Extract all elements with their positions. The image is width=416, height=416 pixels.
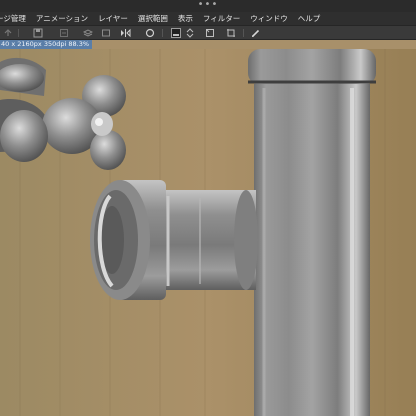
app-window: ••• ージ管理 アニメーション レイヤー 選択範囲 表示 フィルター ウィンド… — [0, 0, 416, 416]
toolbar-separator — [243, 29, 244, 37]
clear-icon[interactable] — [100, 27, 112, 39]
flip-horizontal-icon[interactable] — [119, 27, 131, 39]
menu-window[interactable]: ウィンドウ — [245, 12, 288, 25]
crop-icon[interactable] — [225, 27, 237, 39]
command-bar — [0, 25, 416, 40]
menu-view[interactable]: 表示 — [173, 12, 193, 25]
window-handle-dots[interactable]: ••• — [0, 0, 416, 12]
pipe-illustration — [0, 49, 416, 416]
horizontal-pipe-joint — [90, 180, 258, 300]
menu-selection[interactable]: 選択範囲 — [133, 12, 168, 25]
window-top-strip: ••• — [0, 0, 416, 12]
transform-icon[interactable] — [204, 27, 216, 39]
save-icon[interactable] — [32, 27, 44, 39]
color-swatch-icon[interactable] — [170, 27, 182, 39]
menu-page-management[interactable]: ージ管理 — [0, 12, 26, 25]
menu-animation[interactable]: アニメーション — [31, 12, 88, 25]
toolbar-separator — [18, 29, 19, 37]
rotate-icon[interactable] — [144, 27, 156, 39]
pen-icon[interactable] — [250, 27, 262, 39]
toolbar-separator — [162, 29, 163, 37]
save-copy-icon[interactable] — [58, 27, 70, 39]
drawing-canvas[interactable] — [0, 49, 416, 416]
menu-bar: ージ管理 アニメーション レイヤー 選択範囲 表示 フィルター ウィンドウ ヘル… — [0, 12, 416, 25]
document-info-label: 40 x 2160px 350dpi 88.3% — [0, 40, 93, 49]
menu-layer[interactable]: レイヤー — [93, 12, 128, 25]
stepper-icon[interactable] — [184, 27, 196, 39]
undo-icon[interactable] — [2, 27, 14, 39]
layer-icon[interactable] — [82, 27, 94, 39]
vertical-pipe — [248, 49, 376, 416]
menu-help[interactable]: ヘルプ — [293, 12, 321, 25]
menu-filter[interactable]: フィルター — [198, 12, 240, 25]
